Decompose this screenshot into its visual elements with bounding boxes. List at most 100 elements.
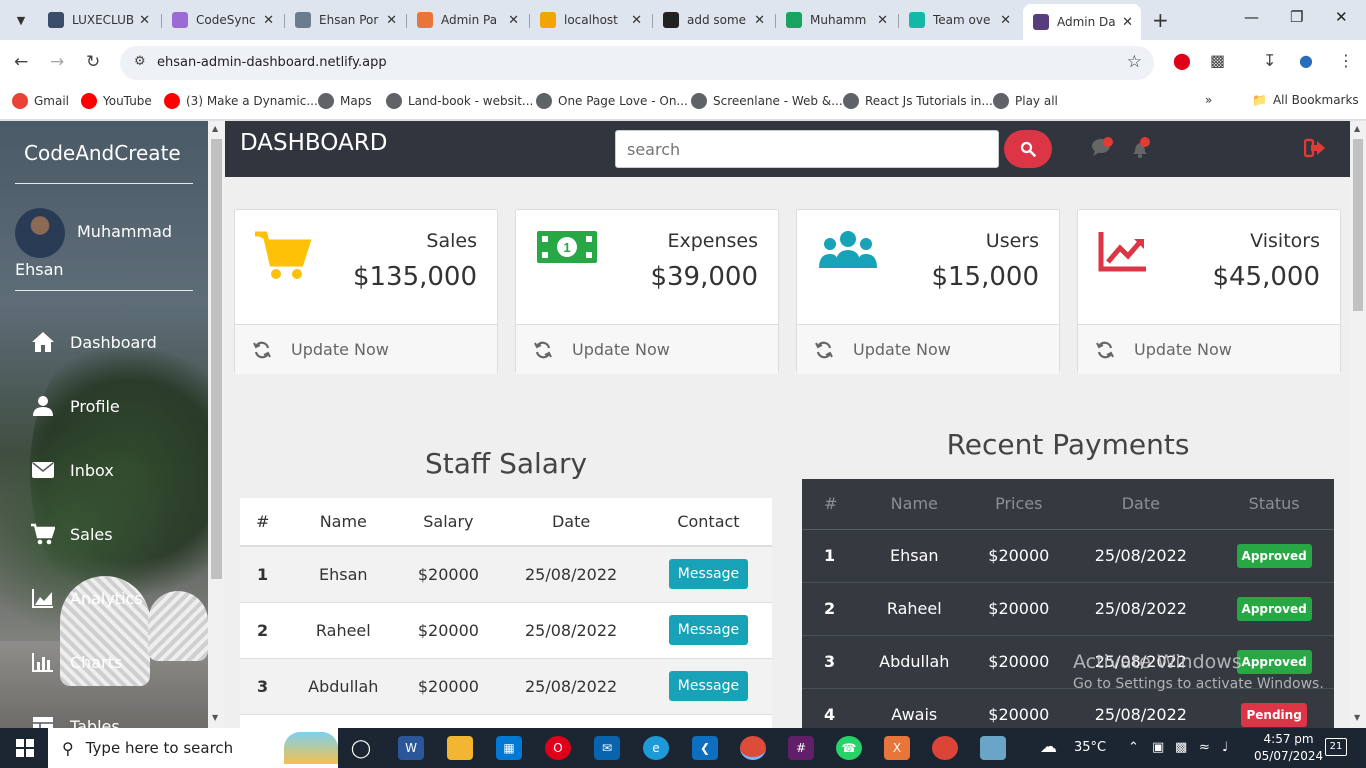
close-tab-icon[interactable]: ✕ [631, 13, 642, 28]
edge-icon[interactable]: e [643, 736, 669, 760]
opera-extension-icon[interactable]: ⬤ [1173, 51, 1191, 70]
close-tab-icon[interactable]: ✕ [1000, 13, 1011, 28]
browser-tab[interactable]: Team ove ✕ [899, 6, 1019, 34]
close-window-button[interactable]: ✕ [1335, 8, 1348, 26]
update-now-button[interactable]: Update Now [516, 324, 778, 374]
chat-icon[interactable] [1090, 136, 1116, 164]
more-bookmarks-chevron-icon[interactable]: » [1205, 93, 1212, 107]
sidebar-item-profile[interactable]: Profile [30, 391, 120, 421]
bookmark-star-icon[interactable]: ☆ [1127, 52, 1142, 72]
sidebar-item-analytics[interactable]: Analytics [30, 583, 143, 613]
browser-tab[interactable]: LUXECLUB ✕ [38, 6, 158, 34]
bookmark-item[interactable]: Land-book - websit... [386, 93, 533, 109]
bookmark-item[interactable]: (3) Make a Dynamic... [164, 93, 318, 109]
forward-arrow-icon[interactable]: → [50, 52, 64, 72]
opera-icon[interactable]: O [545, 736, 571, 760]
close-tab-icon[interactable]: ✕ [754, 13, 765, 28]
tray-chevron-icon[interactable]: ⌃ [1128, 740, 1139, 755]
meet-now-icon[interactable]: ▣ [1152, 740, 1164, 755]
browser-tab[interactable]: Admin Da ✕ [1023, 4, 1141, 40]
browser-tab[interactable]: Admin Pa ✕ [407, 6, 527, 34]
update-now-button[interactable]: Update Now [1078, 324, 1340, 374]
bookmark-item[interactable]: One Page Love - On... [536, 93, 688, 109]
close-tab-icon[interactable]: ✕ [508, 13, 519, 28]
sidebar-item-dashboard[interactable]: Dashboard [30, 327, 157, 357]
close-tab-icon[interactable]: ✕ [386, 13, 397, 28]
sidebar-scrollbar[interactable]: ▲ ▼ [208, 121, 225, 728]
message-button[interactable]: Message [668, 671, 749, 701]
notepad-icon[interactable] [980, 736, 1006, 760]
browser-tab[interactable]: Ehsan Por ✕ [285, 6, 405, 34]
slack-icon[interactable]: # [788, 736, 814, 760]
minimize-button[interactable]: — [1244, 8, 1259, 26]
bookmark-item[interactable]: Screenlane - Web &... [691, 93, 843, 109]
back-arrow-icon[interactable]: ← [14, 52, 28, 72]
page-scrollbar[interactable]: ▲ ▼ [1350, 121, 1366, 728]
whatsapp-icon[interactable]: ☎ [836, 736, 862, 760]
profile-avatar-icon[interactable]: ● [1299, 51, 1313, 70]
close-tab-icon[interactable]: ✕ [263, 13, 274, 28]
bell-icon[interactable] [1129, 136, 1153, 164]
status-cell: Approved [1214, 528, 1334, 582]
site-info-icon[interactable]: ⚙ [134, 54, 146, 69]
bookmark-item[interactable]: Gmail [12, 93, 69, 109]
sidebar-item-tables[interactable]: Tables [30, 711, 120, 728]
chrome-profile-icon[interactable] [932, 736, 958, 760]
logout-icon[interactable] [1303, 138, 1326, 162]
mail-icon[interactable]: ✉ [594, 736, 620, 760]
sidebar-item-charts[interactable]: Charts [30, 647, 122, 677]
browser-tab[interactable]: CodeSync ✕ [162, 6, 282, 34]
sidebar-item-sales[interactable]: Sales [30, 519, 113, 549]
scrollbar-thumb[interactable] [1353, 139, 1363, 311]
scroll-down-arrow[interactable]: ▼ [1354, 713, 1360, 722]
wifi-icon[interactable]: ≈ [1199, 740, 1210, 755]
store-icon[interactable]: ▦ [496, 736, 522, 760]
task-view-icon[interactable]: ◯ [348, 736, 374, 760]
restore-button[interactable]: ❐ [1290, 8, 1303, 26]
top-navbar: DASHBOARD [225, 121, 1350, 177]
scroll-down-arrow[interactable]: ▼ [212, 713, 218, 722]
extensions-puzzle-icon[interactable]: ▩ [1210, 51, 1225, 70]
battery-icon[interactable]: ▩ [1175, 740, 1187, 755]
reload-icon[interactable]: ↻ [86, 52, 100, 72]
update-now-button[interactable]: Update Now [797, 324, 1059, 374]
windows-start-icon[interactable] [12, 736, 38, 760]
bookmark-item[interactable]: YouTube [81, 93, 152, 109]
search-input[interactable] [615, 130, 999, 168]
weather-cloud-icon[interactable]: ☁ [1040, 737, 1057, 757]
search-button[interactable] [1004, 130, 1052, 168]
omnibox[interactable]: ⚙ ehsan-admin-dashboard.netlify.app ☆ [120, 46, 1154, 80]
new-tab-button[interactable]: + [1152, 8, 1169, 32]
close-tab-icon[interactable]: ✕ [139, 13, 150, 28]
update-now-button[interactable]: Update Now [235, 324, 497, 374]
sidebar-item-inbox[interactable]: Inbox [30, 455, 114, 485]
browser-tab[interactable]: add some ✕ [653, 6, 773, 34]
scroll-up-arrow[interactable]: ▲ [1354, 124, 1360, 133]
browser-menu-icon[interactable]: ⋮ [1338, 51, 1354, 70]
temperature[interactable]: 35°C [1074, 740, 1106, 755]
taskbar-search-input[interactable]: ⚲ Type here to search [48, 728, 338, 768]
volume-icon[interactable]: ♩ [1222, 740, 1228, 755]
xampp-icon[interactable]: X [884, 736, 910, 760]
scroll-up-arrow[interactable]: ▲ [212, 124, 218, 133]
browser-tab[interactable]: Muhamm ✕ [776, 6, 896, 34]
close-tab-icon[interactable]: ✕ [1122, 15, 1133, 30]
url-text[interactable]: ehsan-admin-dashboard.netlify.app [157, 55, 387, 70]
close-tab-icon[interactable]: ✕ [877, 13, 888, 28]
bookmark-item[interactable]: Maps [318, 93, 372, 109]
message-button[interactable]: Message [668, 615, 749, 645]
word-icon[interactable]: W [398, 736, 424, 760]
chrome-icon[interactable] [740, 736, 766, 760]
bookmark-item[interactable]: Play all [993, 93, 1058, 109]
scrollbar-thumb[interactable] [211, 139, 222, 579]
notification-center-icon[interactable]: 21 [1325, 738, 1347, 756]
browser-tab[interactable]: localhost ✕ [530, 6, 650, 34]
bookmark-item[interactable]: React Js Tutorials in... [843, 93, 993, 109]
file-explorer-icon[interactable] [447, 736, 473, 760]
system-clock[interactable]: 4:57 pm 05/07/2024 [1254, 731, 1323, 765]
downloads-icon[interactable]: ↧ [1263, 51, 1276, 70]
message-button[interactable]: Message [668, 559, 749, 590]
vscode-icon[interactable]: ❮ [692, 736, 718, 760]
tab-search-chevron-icon[interactable]: ▼ [8, 8, 34, 32]
all-bookmarks-folder[interactable]: 📁 All Bookmarks [1252, 93, 1359, 107]
